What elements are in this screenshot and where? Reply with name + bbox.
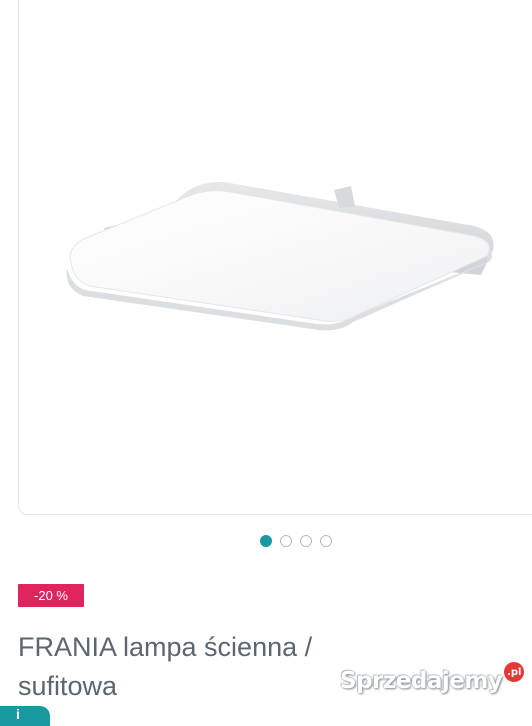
product-image-gallery[interactable] — [18, 0, 532, 515]
ceiling-lamp-image — [66, 181, 494, 331]
discount-badge: -20 % — [18, 584, 84, 607]
gallery-dot-4[interactable] — [320, 535, 332, 547]
watermark-brand: Sprzedajemy — [340, 668, 503, 694]
gallery-dot-3[interactable] — [300, 535, 312, 547]
product-title: FRANIA lampa ścienna / sufitowa — [18, 632, 313, 701]
info-tab[interactable]: i — [0, 706, 50, 726]
gallery-dot-2[interactable] — [280, 535, 292, 547]
gallery-dot-1[interactable] — [260, 535, 272, 547]
watermark-tld: .pl — [504, 662, 525, 682]
brand-watermark: Sprzedajemy .pl — [340, 662, 525, 694]
gallery-pagination — [260, 533, 332, 549]
